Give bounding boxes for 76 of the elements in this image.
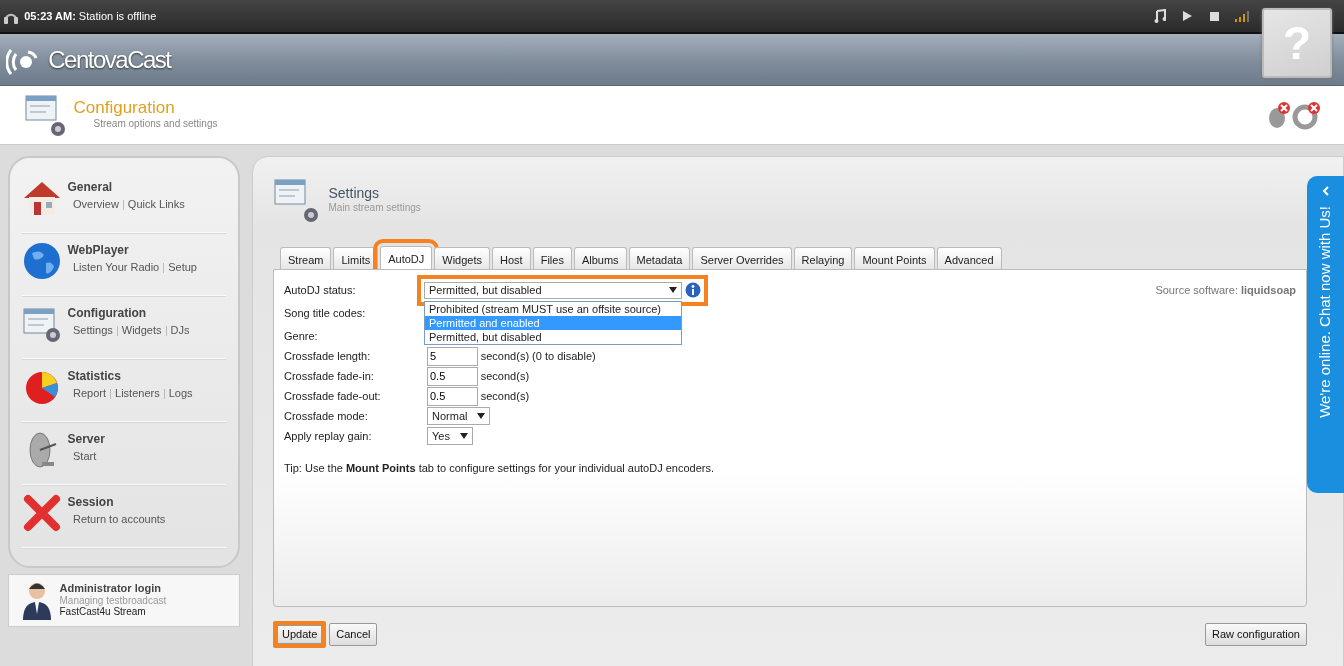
dropdown-option[interactable]: Permitted, but disabled: [425, 329, 681, 344]
form-button[interactable]: Cancel: [329, 623, 378, 646]
sidebar-link[interactable]: Return to accounts: [73, 513, 166, 525]
field-label: AutoDJ status:: [284, 282, 357, 298]
field-label: Apply replay gain:: [284, 428, 373, 444]
caret-icon: [459, 433, 468, 439]
dropdown-option[interactable]: Prohibited (stream MUST use an offsite source): [425, 301, 681, 316]
tab[interactable]: Albums: [573, 247, 627, 269]
sidebar-link[interactable]: Report: [73, 387, 107, 399]
select-field[interactable]: Yes: [427, 427, 473, 445]
sidebar-link[interactable]: Widgets: [121, 324, 162, 336]
tip-text: Tip: Use the Mount Points tab to configure settings for your individual autoDJ encoders.: [284, 461, 715, 476]
stop-icon[interactable]: [1209, 11, 1219, 21]
panel-subtitle: Main stream settings: [328, 201, 421, 215]
play-icon[interactable]: [1182, 10, 1194, 22]
caret-icon: [477, 413, 486, 419]
field-label: Crossfade fade-in:: [284, 368, 375, 384]
input-field[interactable]: 5: [427, 346, 478, 366]
sidebar-link[interactable]: Listen Your Radio: [73, 261, 160, 273]
unit-label: second(s) (0 to disable): [480, 348, 596, 364]
panel-title: Settings: [328, 185, 381, 200]
source-software: Source software: liquidsoap: [1155, 283, 1296, 298]
tab[interactable]: Host: [492, 247, 531, 269]
sidebar-link[interactable]: Setup: [168, 261, 197, 273]
field-label: Crossfade length:: [284, 348, 372, 364]
close-icon[interactable]: [22, 493, 62, 533]
signal-icon: [1235, 10, 1252, 22]
user-avatar-icon: [20, 580, 54, 620]
input-field[interactable]: 0.5: [427, 366, 478, 386]
section-title[interactable]: WebPlayer: [67, 241, 197, 259]
page-title: Configuration: [73, 99, 176, 116]
chevron-left-icon: [1321, 186, 1330, 196]
tab[interactable]: Server Overrides: [692, 247, 792, 269]
page-subtitle: Stream options and settings: [92, 117, 218, 131]
form-button[interactable]: Update: [273, 621, 327, 648]
tab[interactable]: Mount Points: [854, 247, 935, 269]
admin-subtitle: Managing testbroadcast: [59, 594, 167, 607]
field-label: Genre:: [284, 328, 319, 344]
sidebar-link[interactable]: Quick Links: [127, 198, 185, 210]
field-label: Song title codes:: [284, 305, 367, 321]
sidebar-link[interactable]: Logs: [168, 387, 193, 399]
admin-title: Administrator login: [59, 582, 162, 595]
section-title[interactable]: Server: [67, 430, 105, 448]
field-label: Crossfade fade-out:: [284, 388, 382, 404]
raw-configuration-button[interactable]: Raw configuration: [1204, 623, 1307, 646]
sidebar-link[interactable]: Overview: [73, 198, 119, 210]
section-title[interactable]: Session: [67, 493, 166, 511]
tab[interactable]: Metadata: [628, 247, 691, 269]
unit-label: second(s): [480, 368, 530, 384]
tab[interactable]: Limits: [333, 247, 379, 269]
info-icon[interactable]: [684, 282, 701, 298]
disconnect-icon[interactable]: [1292, 100, 1322, 130]
speaker-off-icon[interactable]: [1266, 100, 1292, 130]
field-label: Crossfade mode:: [284, 408, 369, 424]
unit-label: second(s): [480, 388, 530, 404]
tab[interactable]: Stream: [280, 247, 332, 269]
sidebar-link[interactable]: Listeners: [115, 387, 160, 399]
input-field[interactable]: 0.5: [427, 386, 478, 406]
tab[interactable]: Files: [532, 247, 572, 269]
tab[interactable]: Relaying: [793, 247, 853, 269]
section-title[interactable]: Statistics: [67, 367, 193, 385]
select-field[interactable]: Normal: [427, 407, 491, 425]
caret-icon: [669, 287, 677, 293]
section-title[interactable]: General: [67, 178, 185, 196]
status-select[interactable]: Permitted, but disabled: [424, 281, 682, 299]
sidebar-link[interactable]: DJs: [170, 324, 190, 336]
tab[interactable]: Widgets: [434, 247, 491, 269]
sidebar-link[interactable]: Settings: [73, 324, 113, 336]
globe-icon[interactable]: [22, 241, 62, 281]
sidebar-link[interactable]: Start: [73, 450, 97, 462]
tab[interactable]: Advanced: [936, 247, 1002, 269]
section-title[interactable]: Configuration: [67, 304, 190, 322]
music-note-icon[interactable]: [1153, 9, 1166, 23]
account-name: FastCast4u Stream: [59, 606, 147, 618]
status-message: 05:23 AM: Station is offline: [24, 8, 157, 24]
logo-text: CentovaCast: [48, 44, 171, 75]
